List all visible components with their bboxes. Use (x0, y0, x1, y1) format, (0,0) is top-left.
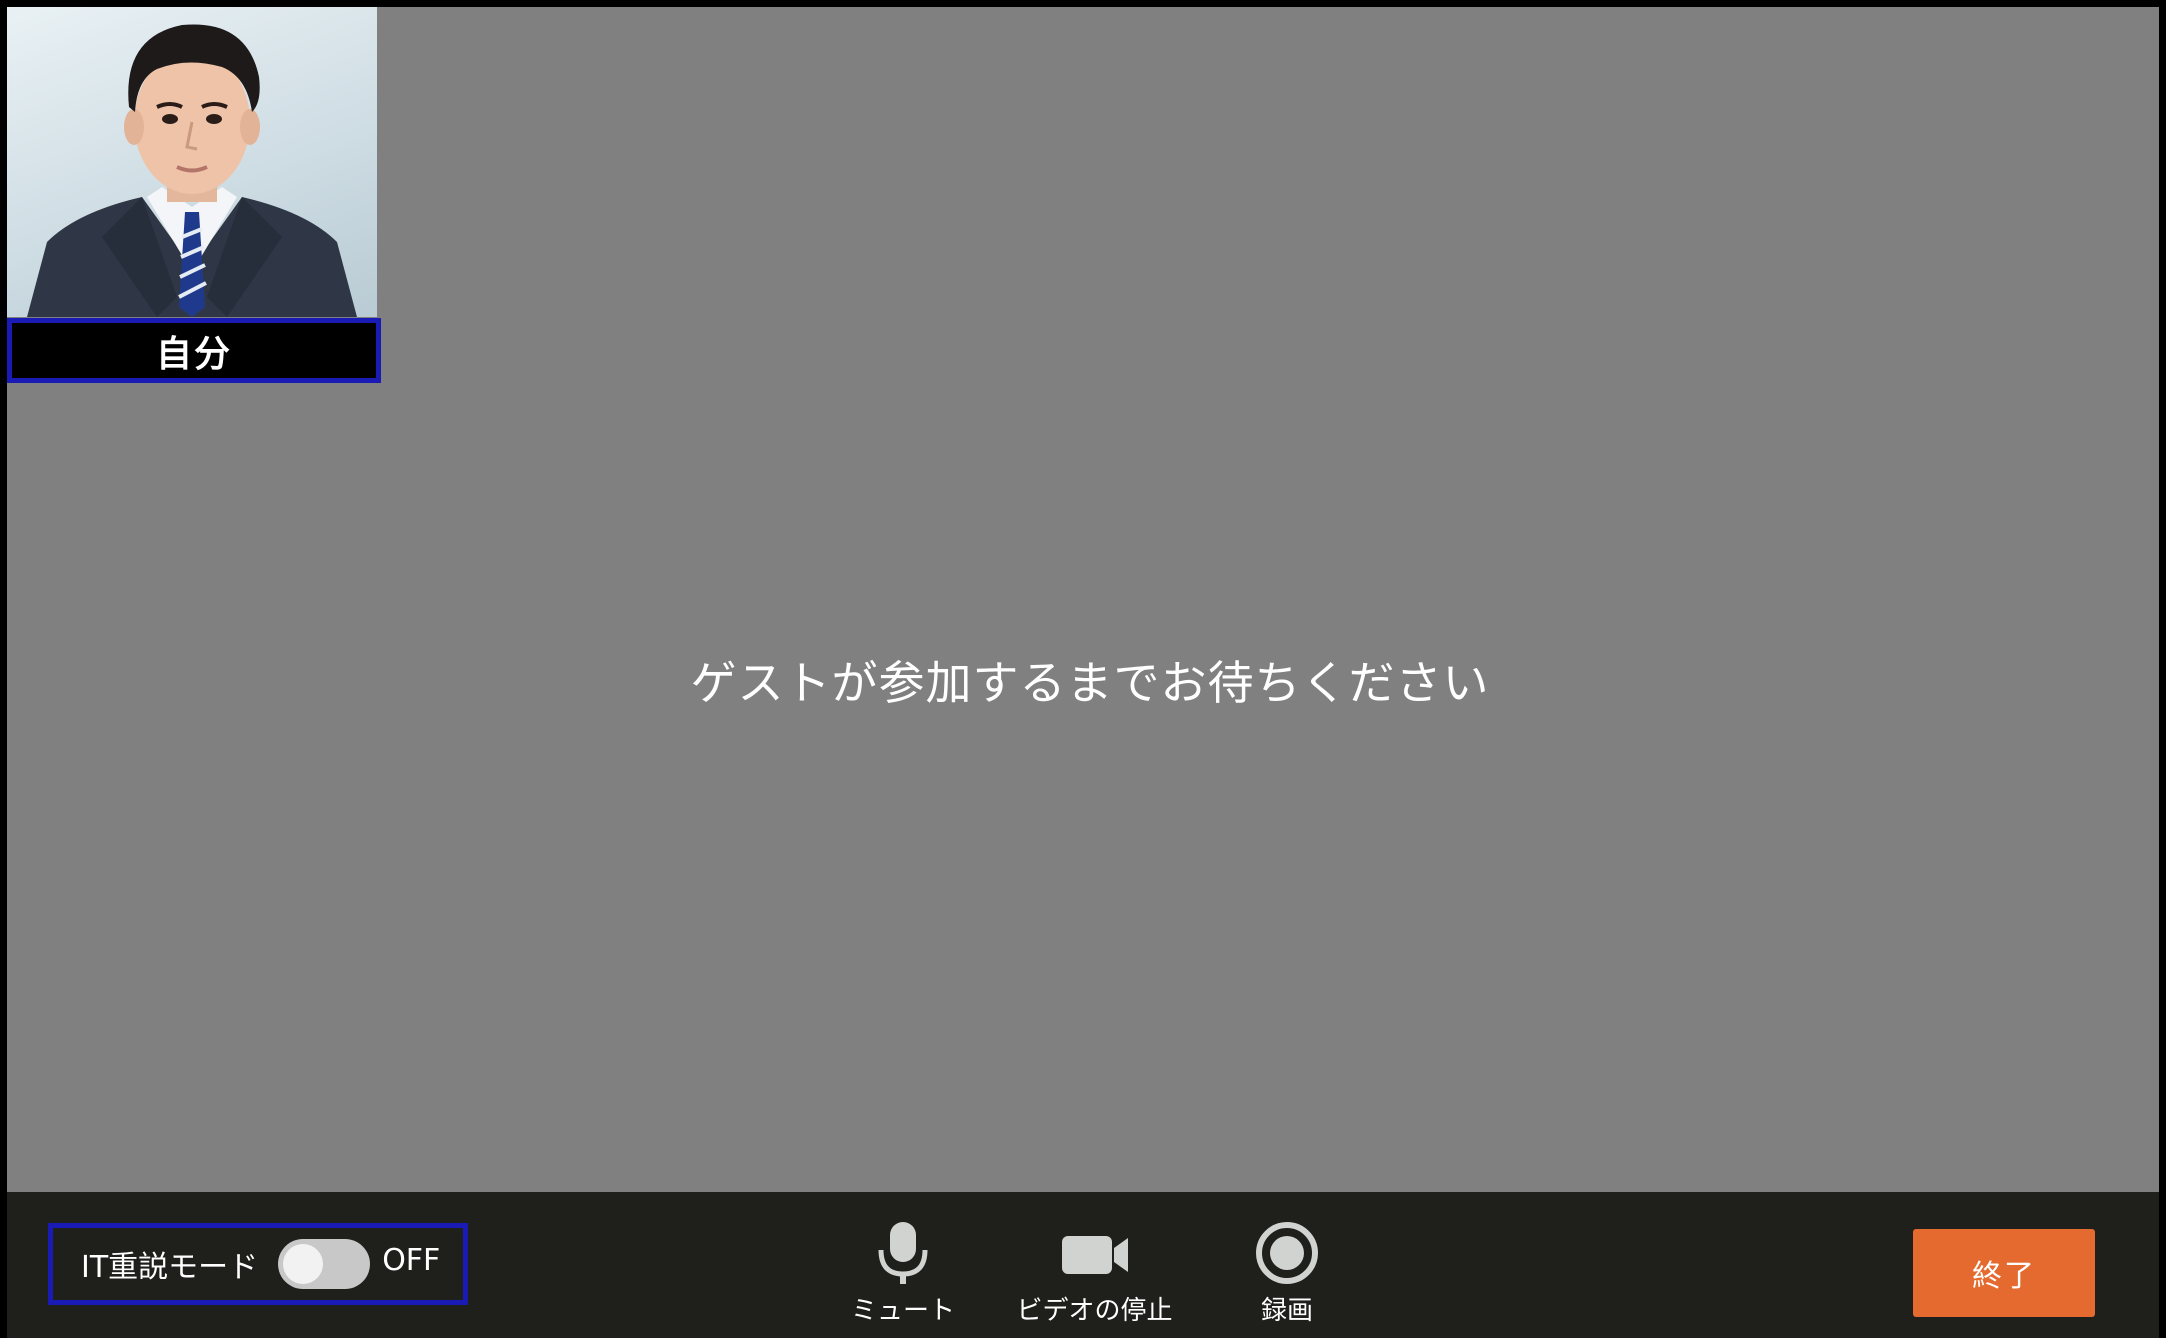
record-button[interactable]: 録画 (1227, 1220, 1347, 1327)
main-video-stage: 自分 ゲストが参加するまでお待ちください (7, 7, 2159, 1192)
person-portrait-icon (27, 24, 357, 317)
toggle-knob (283, 1244, 324, 1284)
self-view-label: 自分 (7, 318, 381, 383)
video-call-window: 自分 ゲストが参加するまでお待ちください IT重説モード OFF ミュート ビデ… (0, 0, 2166, 1338)
stop-video-button[interactable]: ビデオの停止 (1007, 1220, 1182, 1327)
call-toolbar: IT重説モード OFF ミュート ビデオの停止 録画 終了 (7, 1192, 2159, 1338)
microphone-icon (873, 1220, 933, 1286)
mute-button[interactable]: ミュート (843, 1220, 963, 1327)
self-camera-image (7, 7, 377, 317)
mute-label: ミュート (850, 1296, 955, 1326)
end-call-button[interactable]: 終了 (1913, 1229, 2095, 1317)
self-view-tile[interactable]: 自分 (7, 7, 381, 383)
it-mode-label: IT重説モード (81, 1250, 259, 1285)
waiting-message: ゲストが参加するまでお待ちください (690, 656, 1490, 710)
record-icon (1254, 1220, 1320, 1286)
it-mode-toggle-group: IT重説モード OFF (48, 1223, 468, 1305)
it-mode-state: OFF (382, 1242, 441, 1278)
video-camera-icon (1060, 1220, 1130, 1286)
it-mode-toggle[interactable] (278, 1239, 371, 1289)
record-label: 録画 (1260, 1296, 1313, 1326)
stop-video-label: ビデオの停止 (1016, 1296, 1173, 1326)
